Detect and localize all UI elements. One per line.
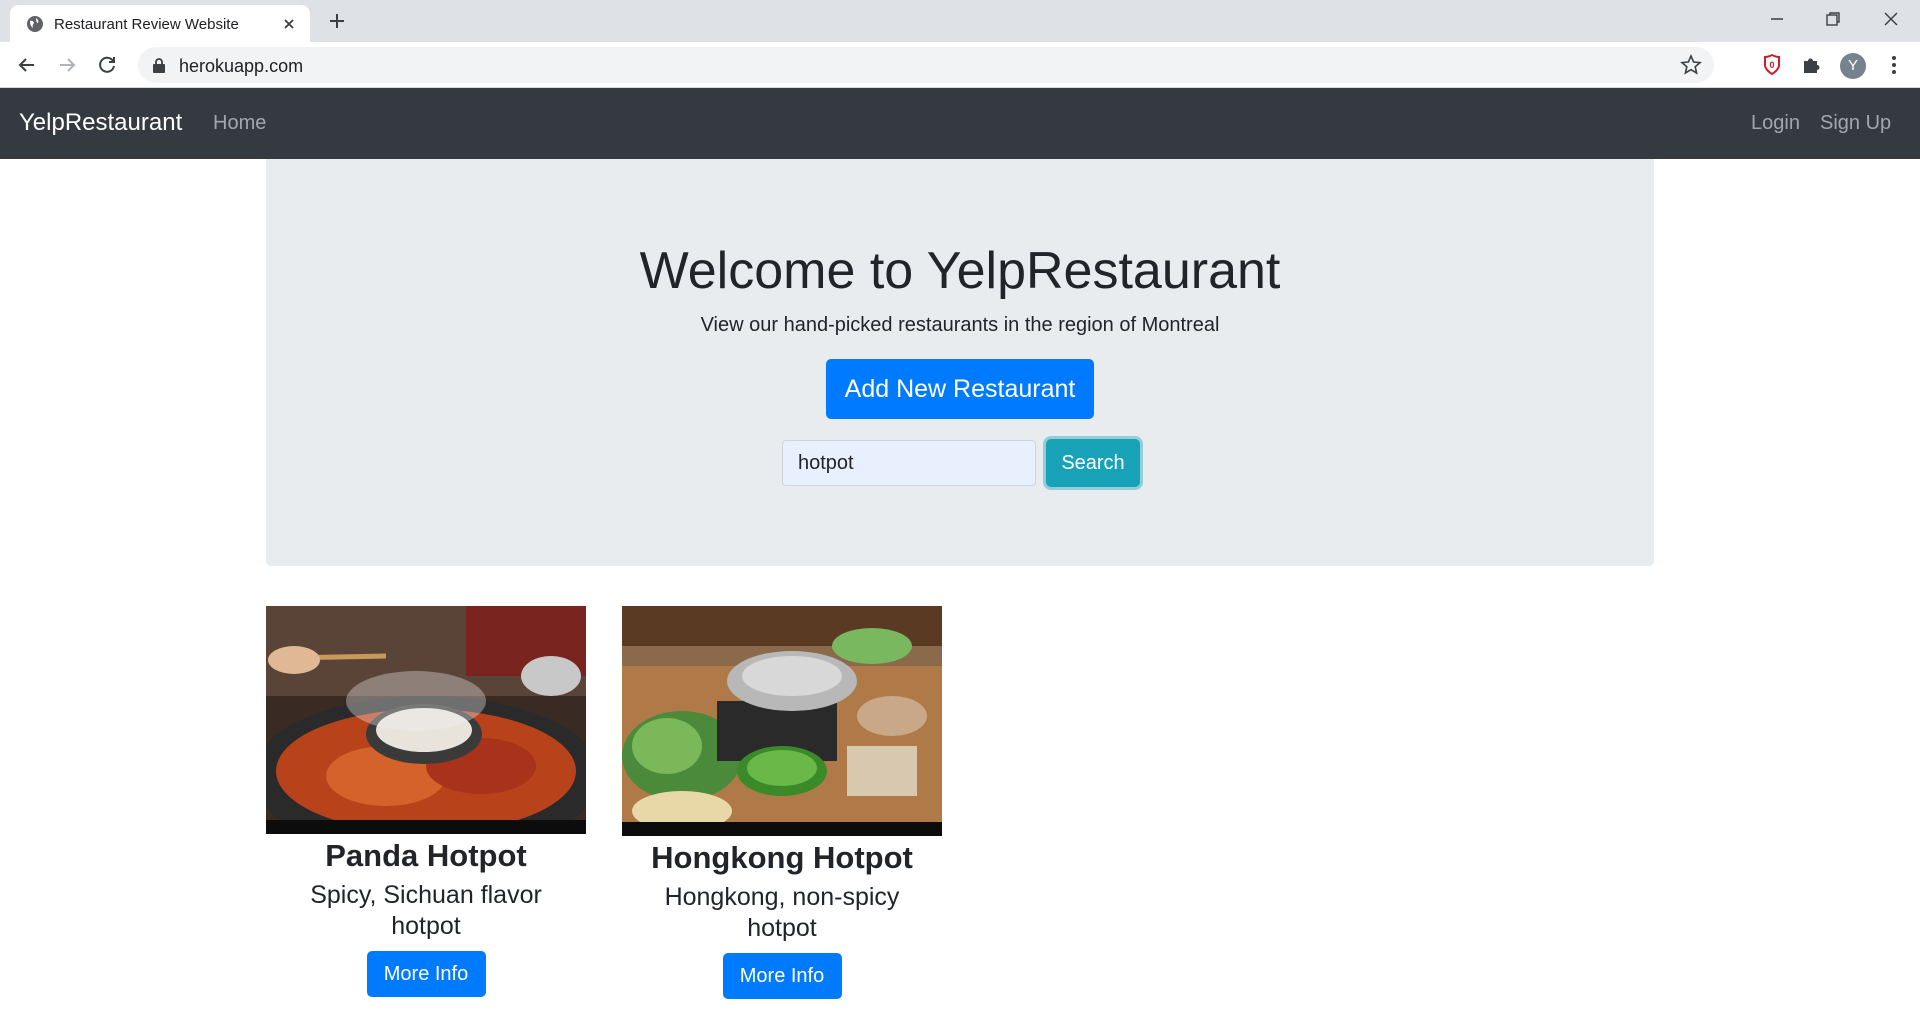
hero-title: Welcome to YelpRestaurant (639, 242, 1281, 300)
more-info-button[interactable]: More Info (366, 951, 486, 997)
browser-toolbar: herokuapp.com 0 Y (0, 42, 1920, 88)
nav-home-link[interactable]: Home (213, 112, 266, 135)
restaurant-card: Hongkong Hotpot Hongkong, non-spicy hotp… (622, 606, 942, 999)
kebab-menu-icon[interactable] (1882, 53, 1906, 77)
hero-jumbotron: Welcome to YelpRestaurant View our hand-… (266, 159, 1654, 566)
profile-avatar[interactable]: Y (1840, 53, 1866, 79)
browser-tab[interactable]: Restaurant Review Website (10, 5, 310, 42)
forward-icon[interactable] (55, 53, 79, 77)
svg-text:0: 0 (1769, 60, 1774, 70)
restaurant-photo (266, 606, 586, 834)
restore-icon[interactable] (1822, 8, 1844, 30)
bookmark-star-icon[interactable] (1680, 54, 1702, 76)
restaurant-name: Panda Hotpot (325, 838, 527, 873)
restaurant-description: Hongkong, non-spicy hotpot (664, 883, 900, 942)
minimize-icon[interactable] (1766, 8, 1788, 30)
nav-login-link[interactable]: Login (1751, 112, 1800, 135)
restaurant-card: Panda Hotpot Spicy, Sichuan flavor hotpo… (266, 606, 586, 997)
restaurant-photo (622, 606, 942, 836)
restaurant-description: Spicy, Sichuan flavor hotpot (310, 881, 542, 940)
hero-subtitle: View our hand-picked restaurants in the … (700, 314, 1220, 336)
browser-tab-strip: Restaurant Review Website (0, 0, 1920, 42)
close-window-icon[interactable] (1880, 8, 1902, 30)
search-button[interactable]: Search (1046, 439, 1140, 487)
more-info-button[interactable]: More Info (722, 953, 842, 999)
tab-title: Restaurant Review Website (54, 16, 239, 33)
puzzle-icon[interactable] (1800, 53, 1824, 77)
site-navbar: YelpRestaurant Home Login Sign Up (0, 88, 1920, 159)
extension-shield-icon[interactable]: 0 (1760, 53, 1784, 77)
reload-icon[interactable] (95, 53, 119, 77)
lock-icon[interactable] (152, 57, 166, 73)
search-input[interactable] (782, 440, 1036, 486)
brand-logo[interactable]: YelpRestaurant (19, 109, 182, 137)
url-text: herokuapp.com (179, 56, 304, 76)
globe-icon (27, 16, 43, 32)
close-tab-icon[interactable] (279, 14, 299, 34)
restaurant-name: Hongkong Hotpot (651, 840, 913, 875)
address-bar[interactable]: herokuapp.com (138, 47, 1714, 83)
nav-signup-link[interactable]: Sign Up (1820, 112, 1891, 135)
new-tab-icon[interactable] (326, 10, 348, 32)
add-restaurant-button[interactable]: Add New Restaurant (826, 359, 1094, 419)
back-icon[interactable] (15, 53, 39, 77)
